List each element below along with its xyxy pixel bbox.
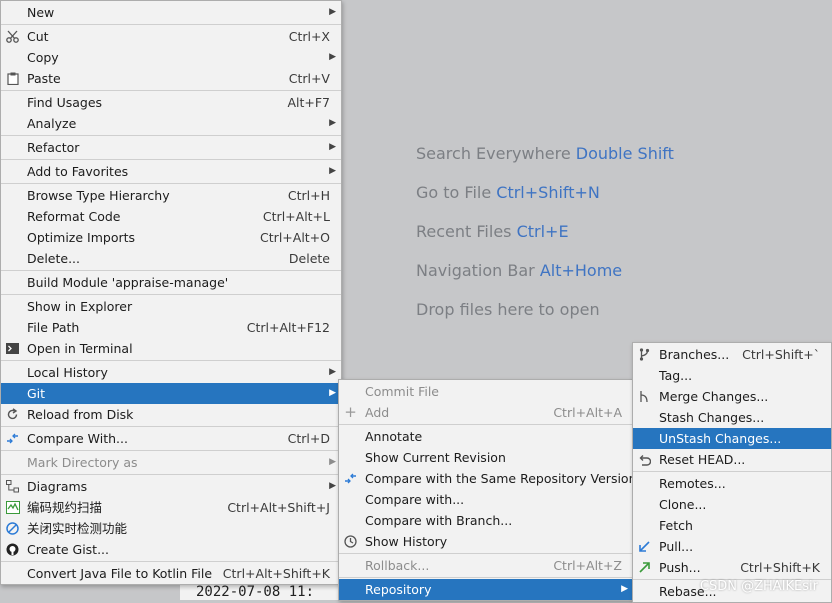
menu-item-remotes[interactable]: Remotes... — [633, 473, 831, 494]
chevron-right-icon: ▶ — [621, 584, 628, 594]
menu-item-stash-changes[interactable]: Stash Changes... — [633, 407, 831, 428]
menu-item-tag[interactable]: Tag... — [633, 365, 831, 386]
scissors-icon — [5, 29, 20, 44]
code-line: 2022-07-08 11: — [196, 584, 315, 600]
chevron-right-icon: ▶ — [329, 166, 336, 176]
menu-item-add-to-favorites[interactable]: Add to Favorites ▶ — [1, 161, 341, 182]
clipboard-icon — [5, 71, 20, 86]
menu-item-fetch[interactable]: Fetch — [633, 515, 831, 536]
menu-item-repository[interactable]: Repository ▶ — [339, 579, 633, 600]
hint-go-to-file: Go to File Ctrl+Shift+N — [416, 183, 600, 202]
chevron-right-icon: ▶ — [329, 52, 336, 62]
menu-item-reset-head[interactable]: Reset HEAD... — [633, 449, 831, 470]
menu-item-push[interactable]: Push... Ctrl+Shift+K — [633, 557, 831, 578]
pull-arrow-icon — [637, 539, 652, 554]
context-menu: New ▶ Cut Ctrl+X Copy ▶ Paste Ctrl+V Find Us… — [0, 0, 342, 585]
hint-recent-files: Recent Files Ctrl+E — [416, 222, 569, 241]
branch-icon — [637, 347, 652, 362]
menu-item-commit-file[interactable]: Commit File — [339, 381, 633, 402]
reload-icon — [5, 407, 20, 422]
chevron-right-icon: ▶ — [329, 367, 336, 377]
menu-item-copy[interactable]: Copy ▶ — [1, 47, 341, 68]
menu-item-reformat-code[interactable]: Reformat Code Ctrl+Alt+L — [1, 206, 341, 227]
merge-icon — [637, 389, 652, 404]
menu-item-diagrams[interactable]: Diagrams ▶ — [1, 476, 341, 497]
terminal-icon — [5, 341, 20, 356]
chevron-right-icon: ▶ — [329, 142, 336, 152]
menu-item-build-module[interactable]: Build Module 'appraise-manage' — [1, 272, 341, 293]
menu-item-realtime-detection-off[interactable]: 关闭实时检测功能 — [1, 518, 341, 539]
menu-item-show-in-explorer[interactable]: Show in Explorer — [1, 296, 341, 317]
menu-item-file-path[interactable]: File Path Ctrl+Alt+F12 — [1, 317, 341, 338]
clock-icon — [343, 534, 358, 549]
menu-item-compare-with-branch[interactable]: Compare with Branch... — [339, 510, 633, 531]
chevron-right-icon: ▶ — [329, 7, 336, 17]
plus-icon: + — [344, 403, 357, 421]
menu-item-compare-same-repo-version[interactable]: Compare with the Same Repository Version — [339, 468, 637, 489]
github-icon — [5, 542, 20, 557]
menu-item-branches[interactable]: Branches... Ctrl+Shift+` — [633, 344, 831, 365]
compare-arrows-icon — [343, 471, 358, 486]
chevron-right-icon: ▶ — [329, 481, 336, 491]
menu-item-pull[interactable]: Pull... — [633, 536, 831, 557]
menu-item-rollback[interactable]: Rollback... Ctrl+Alt+Z — [339, 555, 633, 576]
git-submenu: Commit File + Add Ctrl+Alt+A Annotate Sho… — [338, 379, 637, 601]
menu-item-browse-type-hierarchy[interactable]: Browse Type Hierarchy Ctrl+H — [1, 185, 341, 206]
chevron-right-icon: ▶ — [329, 388, 336, 398]
menu-item-compare-with[interactable]: Compare with... — [339, 489, 633, 510]
menu-item-annotate[interactable]: Annotate — [339, 426, 633, 447]
watermark: CSDN @ZHAIKEsir — [699, 579, 818, 594]
menu-item-delete[interactable]: Delete... Delete — [1, 248, 341, 269]
chevron-right-icon: ▶ — [329, 118, 336, 128]
menu-item-unstash-changes[interactable]: UnStash Changes... — [633, 428, 831, 449]
hint-drop-files: Drop files here to open — [416, 300, 600, 319]
menu-item-reload-from-disk[interactable]: Reload from Disk — [1, 404, 341, 425]
menu-item-mark-directory-as[interactable]: Mark Directory as ▶ — [1, 452, 341, 473]
menu-item-refactor[interactable]: Refactor ▶ — [1, 137, 341, 158]
menu-item-local-history[interactable]: Local History ▶ — [1, 362, 341, 383]
scan-icon — [5, 500, 20, 515]
menu-item-show-current-revision[interactable]: Show Current Revision — [339, 447, 633, 468]
menu-item-find-usages[interactable]: Find Usages Alt+F7 — [1, 92, 341, 113]
chevron-right-icon: ▶ — [329, 457, 336, 467]
menu-item-add[interactable]: + Add Ctrl+Alt+A — [339, 402, 633, 423]
menu-item-optimize-imports[interactable]: Optimize Imports Ctrl+Alt+O — [1, 227, 341, 248]
menu-item-paste[interactable]: Paste Ctrl+V — [1, 68, 341, 89]
menu-item-clone[interactable]: Clone... — [633, 494, 831, 515]
menu-item-code-scan[interactable]: 编码规约扫描 Ctrl+Alt+Shift+J — [1, 497, 341, 518]
prohibited-icon — [5, 521, 20, 536]
menu-item-convert-kotlin[interactable]: Convert Java File to Kotlin File Ctrl+Alt… — [1, 563, 341, 584]
menu-item-cut[interactable]: Cut Ctrl+X — [1, 26, 341, 47]
menu-item-create-gist[interactable]: Create Gist... — [1, 539, 341, 560]
empty-editor-hints: Search Everywhere Double Shift Go to Fil… — [416, 144, 674, 339]
menu-item-open-in-terminal[interactable]: Open in Terminal — [1, 338, 341, 359]
undo-icon — [637, 452, 652, 467]
menu-item-show-history[interactable]: Show History — [339, 531, 633, 552]
hint-navigation-bar: Navigation Bar Alt+Home — [416, 261, 623, 280]
menu-item-analyze[interactable]: Analyze ▶ — [1, 113, 341, 134]
compare-arrows-icon — [5, 431, 20, 446]
menu-item-git[interactable]: Git ▶ — [1, 383, 341, 404]
menu-item-merge-changes[interactable]: Merge Changes... — [633, 386, 831, 407]
hint-search-everywhere: Search Everywhere Double Shift — [416, 144, 674, 163]
menu-item-new[interactable]: New ▶ — [1, 2, 341, 23]
push-arrow-icon — [637, 560, 652, 575]
repository-submenu: Branches... Ctrl+Shift+` Tag... Merge Cha… — [632, 342, 832, 603]
diagrams-icon — [5, 479, 20, 494]
menu-item-compare-with[interactable]: Compare With... Ctrl+D — [1, 428, 341, 449]
